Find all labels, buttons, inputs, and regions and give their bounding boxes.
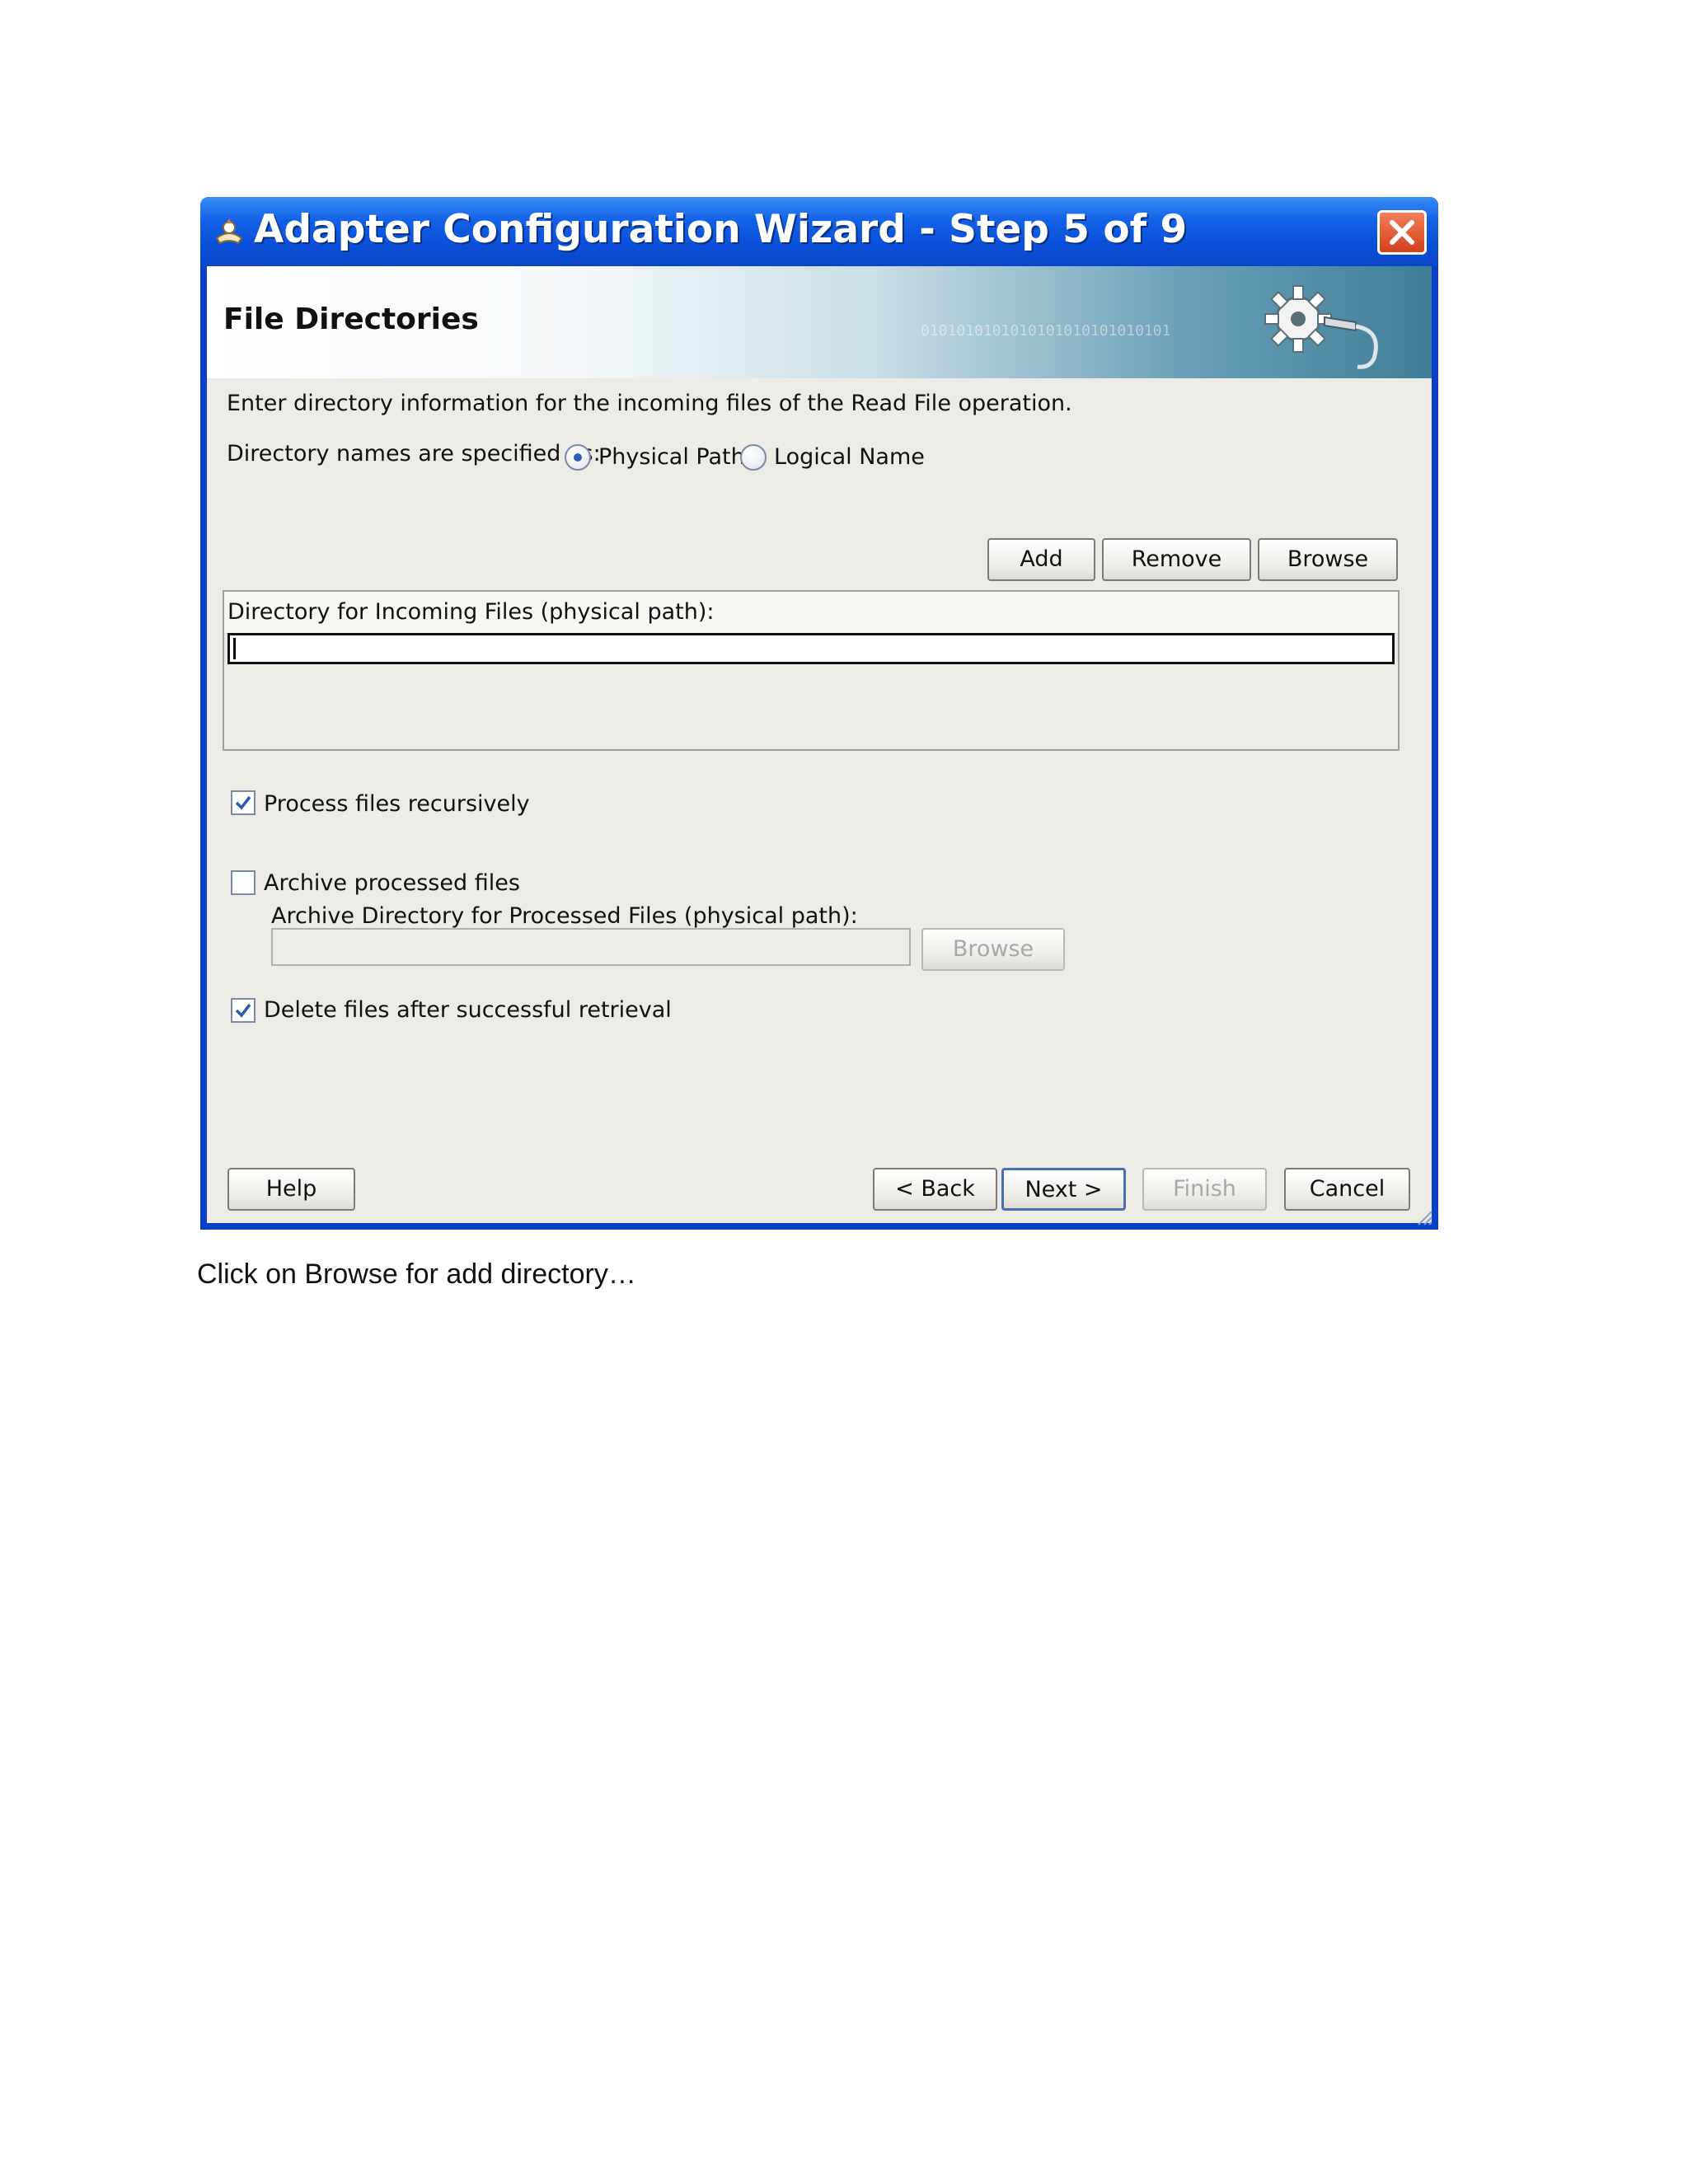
title-bar[interactable]: Adapter Configuration Wizard - Step 5 of… xyxy=(200,197,1438,266)
process-recursively-checkbox[interactable] xyxy=(231,790,256,815)
delete-after-label[interactable]: Delete files after successful retrieval xyxy=(264,997,672,1023)
close-button[interactable] xyxy=(1377,210,1427,255)
browse-button[interactable]: Browse xyxy=(1258,538,1398,581)
archive-files-label[interactable]: Archive processed files xyxy=(264,870,520,896)
wizard-app-icon xyxy=(215,218,243,245)
radio-physical-path-label[interactable]: Physical Path xyxy=(598,444,745,470)
delete-after-checkbox[interactable] xyxy=(231,998,256,1023)
archive-browse-button: Browse xyxy=(921,928,1065,971)
incoming-directories-list[interactable]: Directory for Incoming Files (physical p… xyxy=(223,590,1400,751)
radio-selected-dot xyxy=(574,453,582,462)
back-button[interactable]: < Back xyxy=(873,1168,997,1211)
remove-button[interactable]: Remove xyxy=(1102,538,1251,581)
help-button[interactable]: Help xyxy=(227,1168,355,1211)
archive-directory-label: Archive Directory for Processed Files (p… xyxy=(271,903,858,929)
incoming-column-label: Directory for Incoming Files (physical p… xyxy=(227,599,715,625)
incoming-directory-input[interactable] xyxy=(227,633,1395,664)
finish-button: Finish xyxy=(1142,1168,1267,1211)
next-button[interactable]: Next > xyxy=(1001,1168,1126,1211)
archive-files-checkbox[interactable] xyxy=(231,870,256,895)
close-icon xyxy=(1390,220,1414,245)
checkmark-icon xyxy=(235,795,251,810)
directory-mode-label: Directory names are specified as: xyxy=(227,441,601,466)
window-title: Adapter Configuration Wizard - Step 5 of… xyxy=(254,207,1188,252)
checkmark-icon xyxy=(235,1003,251,1018)
add-button[interactable]: Add xyxy=(987,538,1095,581)
process-recursively-label[interactable]: Process files recursively xyxy=(264,791,530,817)
document-caption: Click on Browse for add directory… xyxy=(197,1258,636,1290)
cancel-button[interactable]: Cancel xyxy=(1284,1168,1410,1211)
page-title: File Directories xyxy=(223,302,479,336)
binary-decoration: 0101010101010101010101010101 xyxy=(921,322,1171,340)
header-banner: File Directories 01010101010101010101010… xyxy=(207,266,1432,378)
radio-logical-name-label[interactable]: Logical Name xyxy=(774,444,925,470)
text-caret xyxy=(233,638,236,659)
radio-physical-path[interactable] xyxy=(565,444,591,471)
gear-plug-icon xyxy=(1264,285,1378,369)
intro-text: Enter directory information for the inco… xyxy=(227,391,1072,416)
radio-logical-name[interactable] xyxy=(740,444,767,471)
archive-directory-input xyxy=(271,928,911,966)
list-column-header: Directory for Incoming Files (physical p… xyxy=(224,592,1398,634)
resize-grip[interactable] xyxy=(1415,1208,1433,1226)
